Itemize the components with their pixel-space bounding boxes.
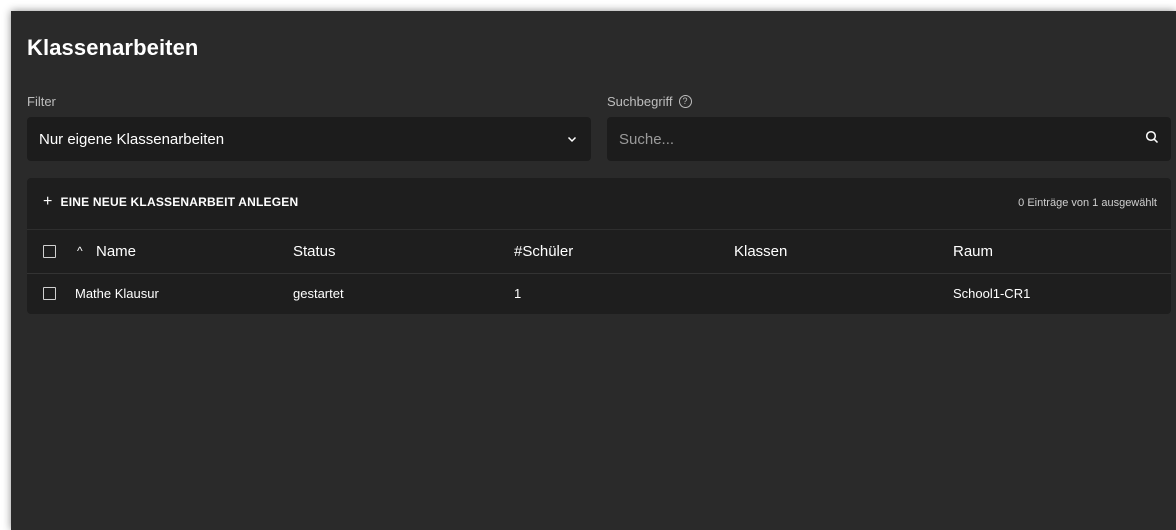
add-exam-button[interactable]: + EINE NEUE KLASSENARBEIT ANLEGEN — [43, 193, 299, 210]
filter-select-value: Nur eigene Klassenarbeiten — [39, 130, 225, 148]
filter-select[interactable]: Nur eigene Klassenarbeiten — [27, 117, 591, 161]
column-header-status[interactable]: Status — [293, 243, 336, 260]
column-header-room[interactable]: Raum — [953, 243, 993, 260]
cell-room: School1-CR1 — [953, 286, 1031, 301]
filter-label: Filter — [27, 94, 56, 109]
table-header-row: ^ Name Status #Schüler Klassen Raum — [27, 230, 1171, 274]
help-circle-icon[interactable]: ? — [678, 95, 692, 108]
table-toolbar: + EINE NEUE KLASSENARBEIT ANLEGEN 0 Eint… — [27, 178, 1171, 230]
plus-icon: + — [43, 193, 53, 210]
search-label-group: Suchbegriff ? — [607, 94, 692, 109]
column-header-classes[interactable]: Klassen — [734, 243, 787, 260]
selection-count: 0 Einträge von 1 ausgewählt — [1018, 197, 1157, 209]
table-row[interactable]: Mathe Klausur gestartet 1 School1-CR1 — [27, 274, 1171, 314]
cell-name: Mathe Klausur — [75, 286, 159, 301]
search-label: Suchbegriff — [607, 94, 673, 109]
column-header-students[interactable]: #Schüler — [514, 243, 573, 260]
sort-ascending-icon[interactable]: ^ — [77, 244, 83, 258]
search-input[interactable] — [619, 130, 1119, 148]
search-field[interactable] — [607, 117, 1171, 161]
cell-status: gestartet — [293, 286, 344, 301]
search-icon[interactable] — [1145, 130, 1159, 149]
exam-table: + EINE NEUE KLASSENARBEIT ANLEGEN 0 Eint… — [27, 178, 1171, 314]
app-window: Klassenarbeiten Filter Suchbegriff ? Nur… — [11, 11, 1176, 530]
select-all-checkbox[interactable] — [43, 245, 56, 258]
column-header-name[interactable]: Name — [96, 243, 136, 260]
cell-students: 1 — [514, 286, 522, 301]
page-title: Klassenarbeiten — [27, 35, 199, 60]
row-checkbox[interactable] — [43, 287, 56, 300]
add-exam-label: EINE NEUE KLASSENARBEIT ANLEGEN — [60, 195, 299, 209]
chevron-down-icon — [567, 136, 577, 143]
